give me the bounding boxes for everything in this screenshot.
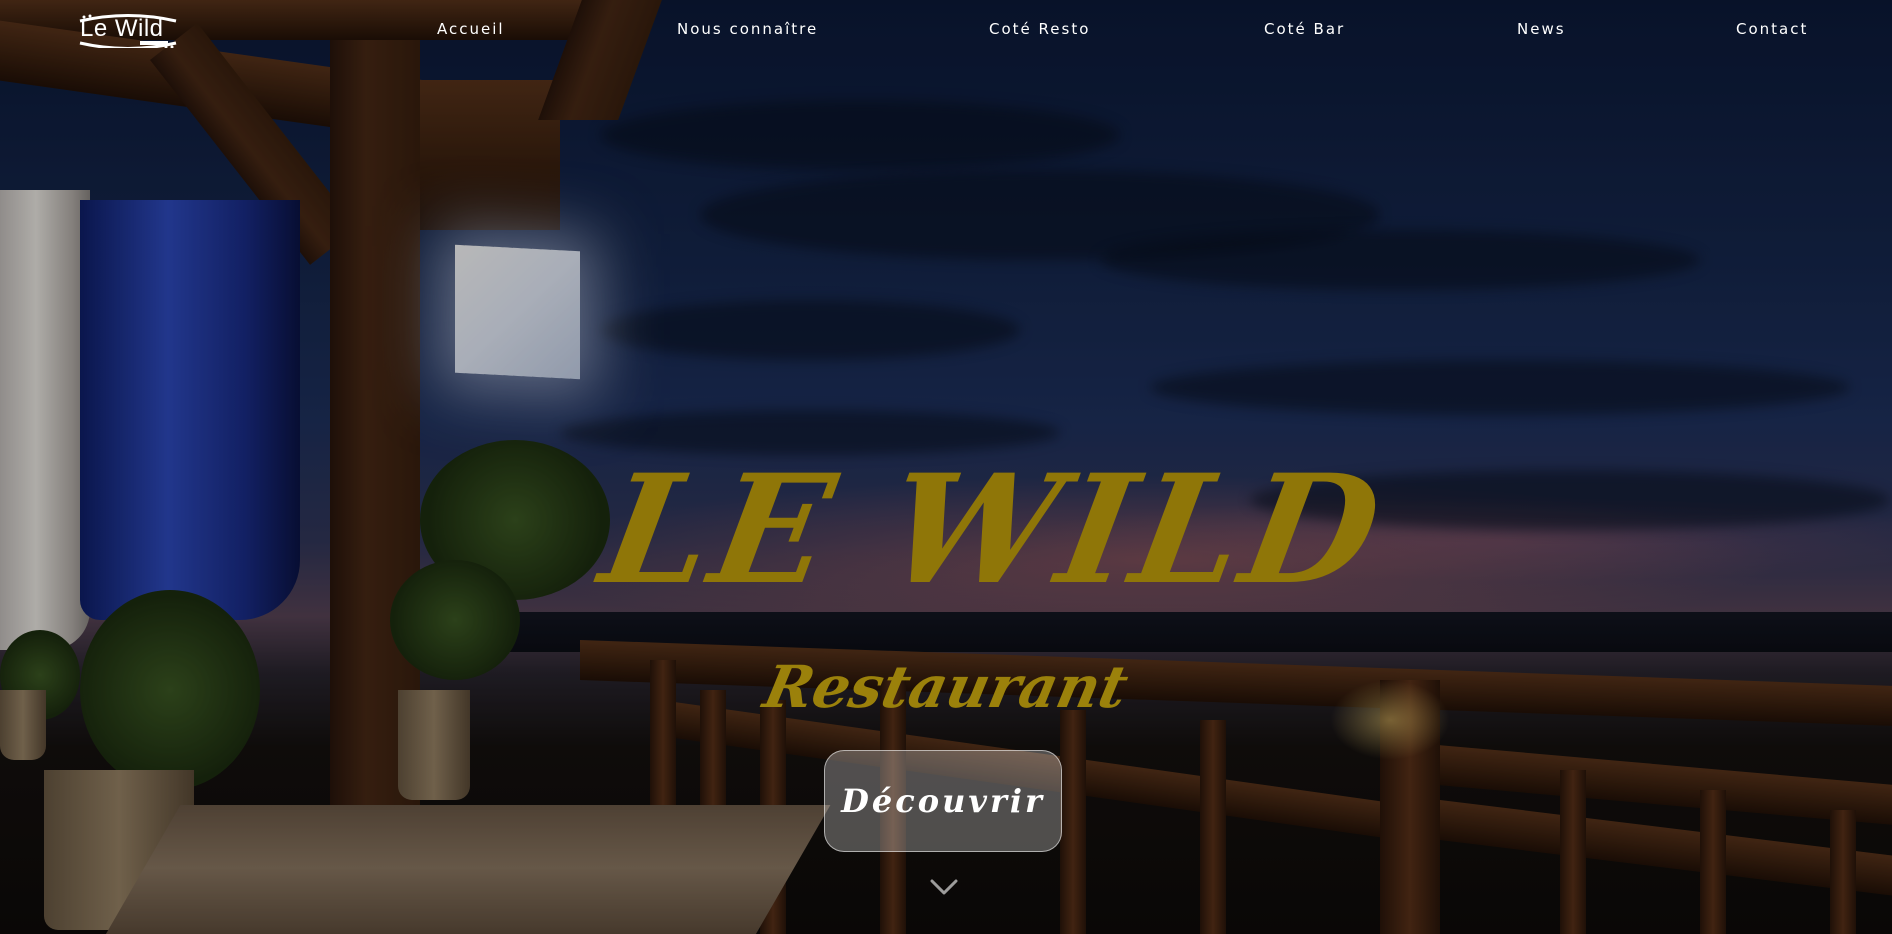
discover-button[interactable]: Découvrir: [824, 750, 1062, 852]
nav-contact[interactable]: Contact: [1736, 20, 1808, 38]
hero-title: LE WILD: [590, 442, 1396, 618]
chevron-down-icon[interactable]: [929, 875, 959, 899]
nav-accueil[interactable]: Accueil: [437, 20, 505, 38]
hero-subtitle: Restaurant: [758, 653, 1134, 721]
nav-cote-resto[interactable]: Coté Resto: [989, 20, 1090, 38]
nav-news[interactable]: News: [1517, 20, 1566, 38]
nav-cote-bar[interactable]: Coté Bar: [1264, 20, 1345, 38]
nav-nous-connaitre[interactable]: Nous connaître: [677, 20, 818, 38]
hero-section: Le Wild Accueil Nous connaître Coté Rest…: [0, 0, 1892, 934]
logo-link[interactable]: Le Wild: [78, 8, 178, 48]
logo-text: Le Wild: [80, 15, 164, 42]
